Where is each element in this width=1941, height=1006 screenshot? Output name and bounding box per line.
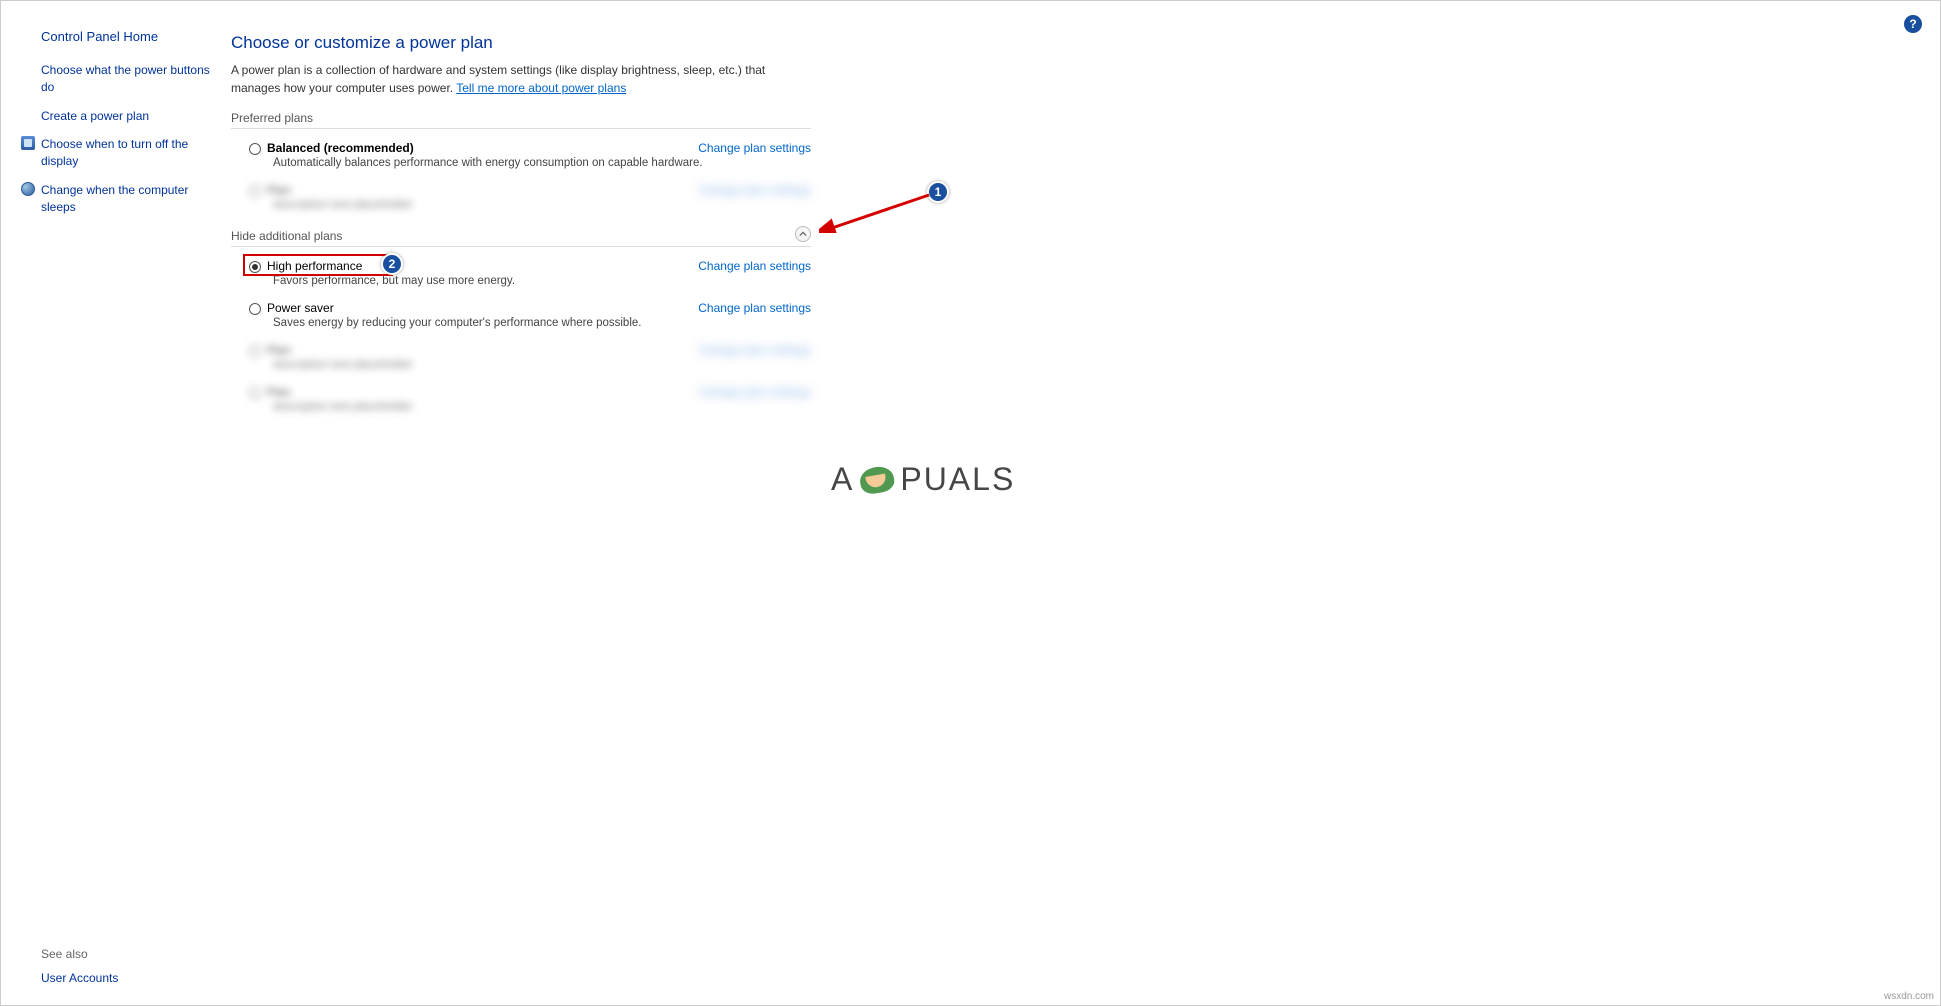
radio-hidden[interactable]	[249, 345, 261, 357]
plan-name: High performance	[267, 259, 362, 273]
chevron-up-icon[interactable]	[795, 226, 811, 242]
plan-name: Plan	[267, 385, 291, 399]
sidebar-link-turn-off-display[interactable]: Choose when to turn off the display	[21, 136, 211, 170]
control-panel-window: ? Control Panel Home Choose what the pow…	[0, 0, 1941, 1006]
sidebar-link-label: Change when the computer sleeps	[41, 182, 211, 216]
plan-description: description text placeholder	[231, 401, 811, 413]
plan-row-balanced: Balanced (recommended) Change plan setti…	[231, 137, 811, 157]
plan-row-hidden: Plan Change plan settings	[231, 381, 811, 401]
sidebar-link-label: Create a power plan	[41, 108, 211, 125]
control-panel-home-link[interactable]: Control Panel Home	[41, 29, 211, 44]
plan-description: description text placeholder	[231, 359, 811, 371]
plan-description: description text placeholder	[231, 199, 811, 211]
user-accounts-link[interactable]: User Accounts	[41, 971, 211, 985]
sidebar-link-label: Choose what the power buttons do	[41, 62, 211, 96]
page-description: A power plan is a collection of hardware…	[231, 61, 811, 97]
watermark-text-a: A	[831, 461, 854, 498]
monitor-icon	[21, 136, 35, 150]
sidebar: Control Panel Home Choose what the power…	[1, 1, 231, 1005]
sidebar-link-create-plan[interactable]: Create a power plan	[41, 108, 211, 125]
radio-hidden[interactable]	[249, 387, 261, 399]
plan-row-high-performance: High performance Change plan settings	[231, 255, 811, 275]
preferred-plans-label: Preferred plans	[231, 111, 811, 129]
plan-name: Plan	[267, 183, 291, 197]
plan-row-hidden: Plan Change plan settings	[231, 339, 811, 359]
main-content: Choose or customize a power plan A power…	[231, 1, 1940, 1005]
see-also-label: See also	[41, 947, 211, 961]
arrow-icon	[819, 193, 939, 233]
plan-name: Balanced (recommended)	[267, 141, 414, 155]
radio-balanced[interactable]	[249, 143, 261, 155]
watermark-logo: A PUALS	[831, 461, 1015, 498]
change-plan-settings-link[interactable]: Change plan settings	[698, 385, 811, 399]
sidebar-link-computer-sleeps[interactable]: Change when the computer sleeps	[21, 182, 211, 216]
change-plan-settings-link[interactable]: Change plan settings	[698, 301, 811, 315]
plan-row-hidden: Plan Change plan settings	[231, 179, 811, 199]
change-plan-settings-link[interactable]: Change plan settings	[698, 259, 811, 273]
callout-badge-2: 2	[381, 253, 403, 275]
learn-more-link[interactable]: Tell me more about power plans	[456, 81, 626, 95]
watermark-text-b: PUALS	[900, 461, 1015, 498]
change-plan-settings-link[interactable]: Change plan settings	[698, 183, 811, 197]
radio-hidden[interactable]	[249, 185, 261, 197]
page-title: Choose or customize a power plan	[231, 33, 1900, 53]
sidebar-link-power-buttons[interactable]: Choose what the power buttons do	[41, 62, 211, 96]
sidebar-link-label: Choose when to turn off the display	[41, 136, 211, 170]
callout-badge-1: 1	[927, 181, 949, 203]
radio-high-performance[interactable]	[249, 261, 261, 273]
source-watermark: wsxdn.com	[1884, 991, 1934, 1002]
plan-name: Plan	[267, 343, 291, 357]
plan-description: Favors performance, but may use more ene…	[231, 275, 811, 287]
change-plan-settings-link[interactable]: Change plan settings	[698, 141, 811, 155]
plan-row-power-saver: Power saver Change plan settings	[231, 297, 811, 317]
plan-description: Automatically balances performance with …	[231, 157, 811, 169]
hide-additional-text: Hide additional plans	[231, 229, 342, 243]
plan-name: Power saver	[267, 301, 334, 315]
change-plan-settings-link[interactable]: Change plan settings	[698, 343, 811, 357]
globe-icon	[21, 182, 35, 196]
plan-description: Saves energy by reducing your computer's…	[231, 317, 811, 329]
cap-icon	[858, 464, 896, 496]
radio-power-saver[interactable]	[249, 303, 261, 315]
hide-additional-plans-label[interactable]: Hide additional plans	[231, 229, 811, 247]
